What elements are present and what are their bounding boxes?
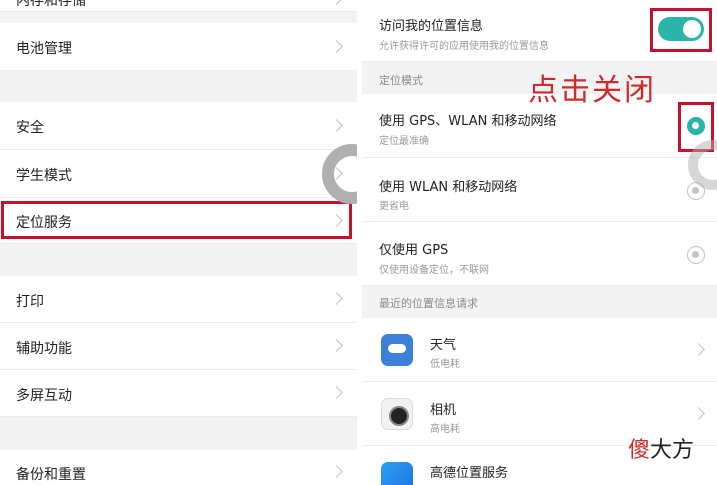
highlight-box-location [1,201,352,239]
watermark-first-char: 傻 [628,438,651,463]
location-mode-header: 定位模式 [379,74,423,87]
location-settings-panel: 访问我的位置信息 允许获得许可的应用使用我的位置信息 定位模式 使用 GPS、W… [362,0,717,485]
mode-title: 仅使用 GPS [379,243,449,258]
settings-item-storage[interactable]: 内存和存储 [0,0,357,12]
mode-subtitle: 仅使用设备定位，不联网 [379,265,489,276]
settings-list-panel: 内存和存储 电池管理 安全 学生模式 定位服务 打印 辅助功能 多屏互动 备份和… [0,0,357,485]
chevron-right-icon [330,339,343,352]
settings-item-label: 打印 [16,294,44,310]
access-location-title: 访问我的位置信息 [379,19,484,34]
app-usage: 低电耗 [430,359,460,370]
app-name: 相机 [430,403,457,418]
weather-app-icon [381,334,413,366]
settings-item-multiscreen[interactable]: 多屏互动 [0,370,357,417]
settings-item-battery[interactable]: 电池管理 [0,23,357,71]
mode-row-wlan-mobile[interactable]: 使用 WLAN 和移动网络 更省电 [362,158,717,222]
camera-app-icon [381,398,413,430]
mode-subtitle: 更省电 [379,201,409,212]
app-usage: 高电耗 [430,424,460,435]
watermark-rest: 大方 [650,438,695,463]
chevron-right-icon [330,386,343,399]
settings-item-label: 内存和存储 [16,0,86,9]
settings-item-label: 电池管理 [16,41,72,57]
settings-item-print[interactable]: 打印 [0,276,357,323]
annotation-text: 点击关闭 [528,73,656,108]
mode-row-gps-only[interactable]: 仅使用 GPS 仅使用设备定位，不联网 [362,222,717,286]
highlight-box-toggle [650,8,712,52]
chevron-right-icon [330,40,343,53]
settings-item-label: 多屏互动 [16,388,72,404]
chevron-right-icon [330,292,343,305]
chevron-right-icon [692,343,705,356]
settings-item-label: 安全 [16,120,44,136]
recent-requests-header: 最近的位置信息请求 [379,297,478,310]
mode-title: 使用 GPS、WLAN 和移动网络 [379,114,557,129]
app-name: 高德位置服务 [430,466,509,481]
chevron-right-icon [692,407,705,420]
settings-item-label: 备份和重置 [16,467,86,483]
settings-item-security[interactable]: 安全 [0,102,357,150]
settings-item-backup[interactable]: 备份和重置 [0,450,357,485]
mode-title: 使用 WLAN 和移动网络 [379,180,518,195]
recent-app-row[interactable]: 天气 低电耗 [362,318,717,382]
chevron-right-icon [330,119,343,132]
access-location-subtitle: 允许获得许可的应用使用我的位置信息 [379,41,549,52]
amap-app-icon [381,462,413,485]
mode-radio[interactable] [687,246,705,264]
chevron-right-icon [330,465,343,478]
settings-item-accessibility[interactable]: 辅助功能 [0,323,357,370]
watermark: 傻大方 [628,432,694,464]
settings-item-label: 学生模式 [16,168,72,184]
app-name: 天气 [430,338,457,353]
settings-item-label: 辅助功能 [16,341,72,357]
mode-subtitle: 定位最准确 [379,136,429,147]
settings-item-student-mode[interactable]: 学生模式 [0,150,357,198]
chevron-right-icon [330,0,343,5]
